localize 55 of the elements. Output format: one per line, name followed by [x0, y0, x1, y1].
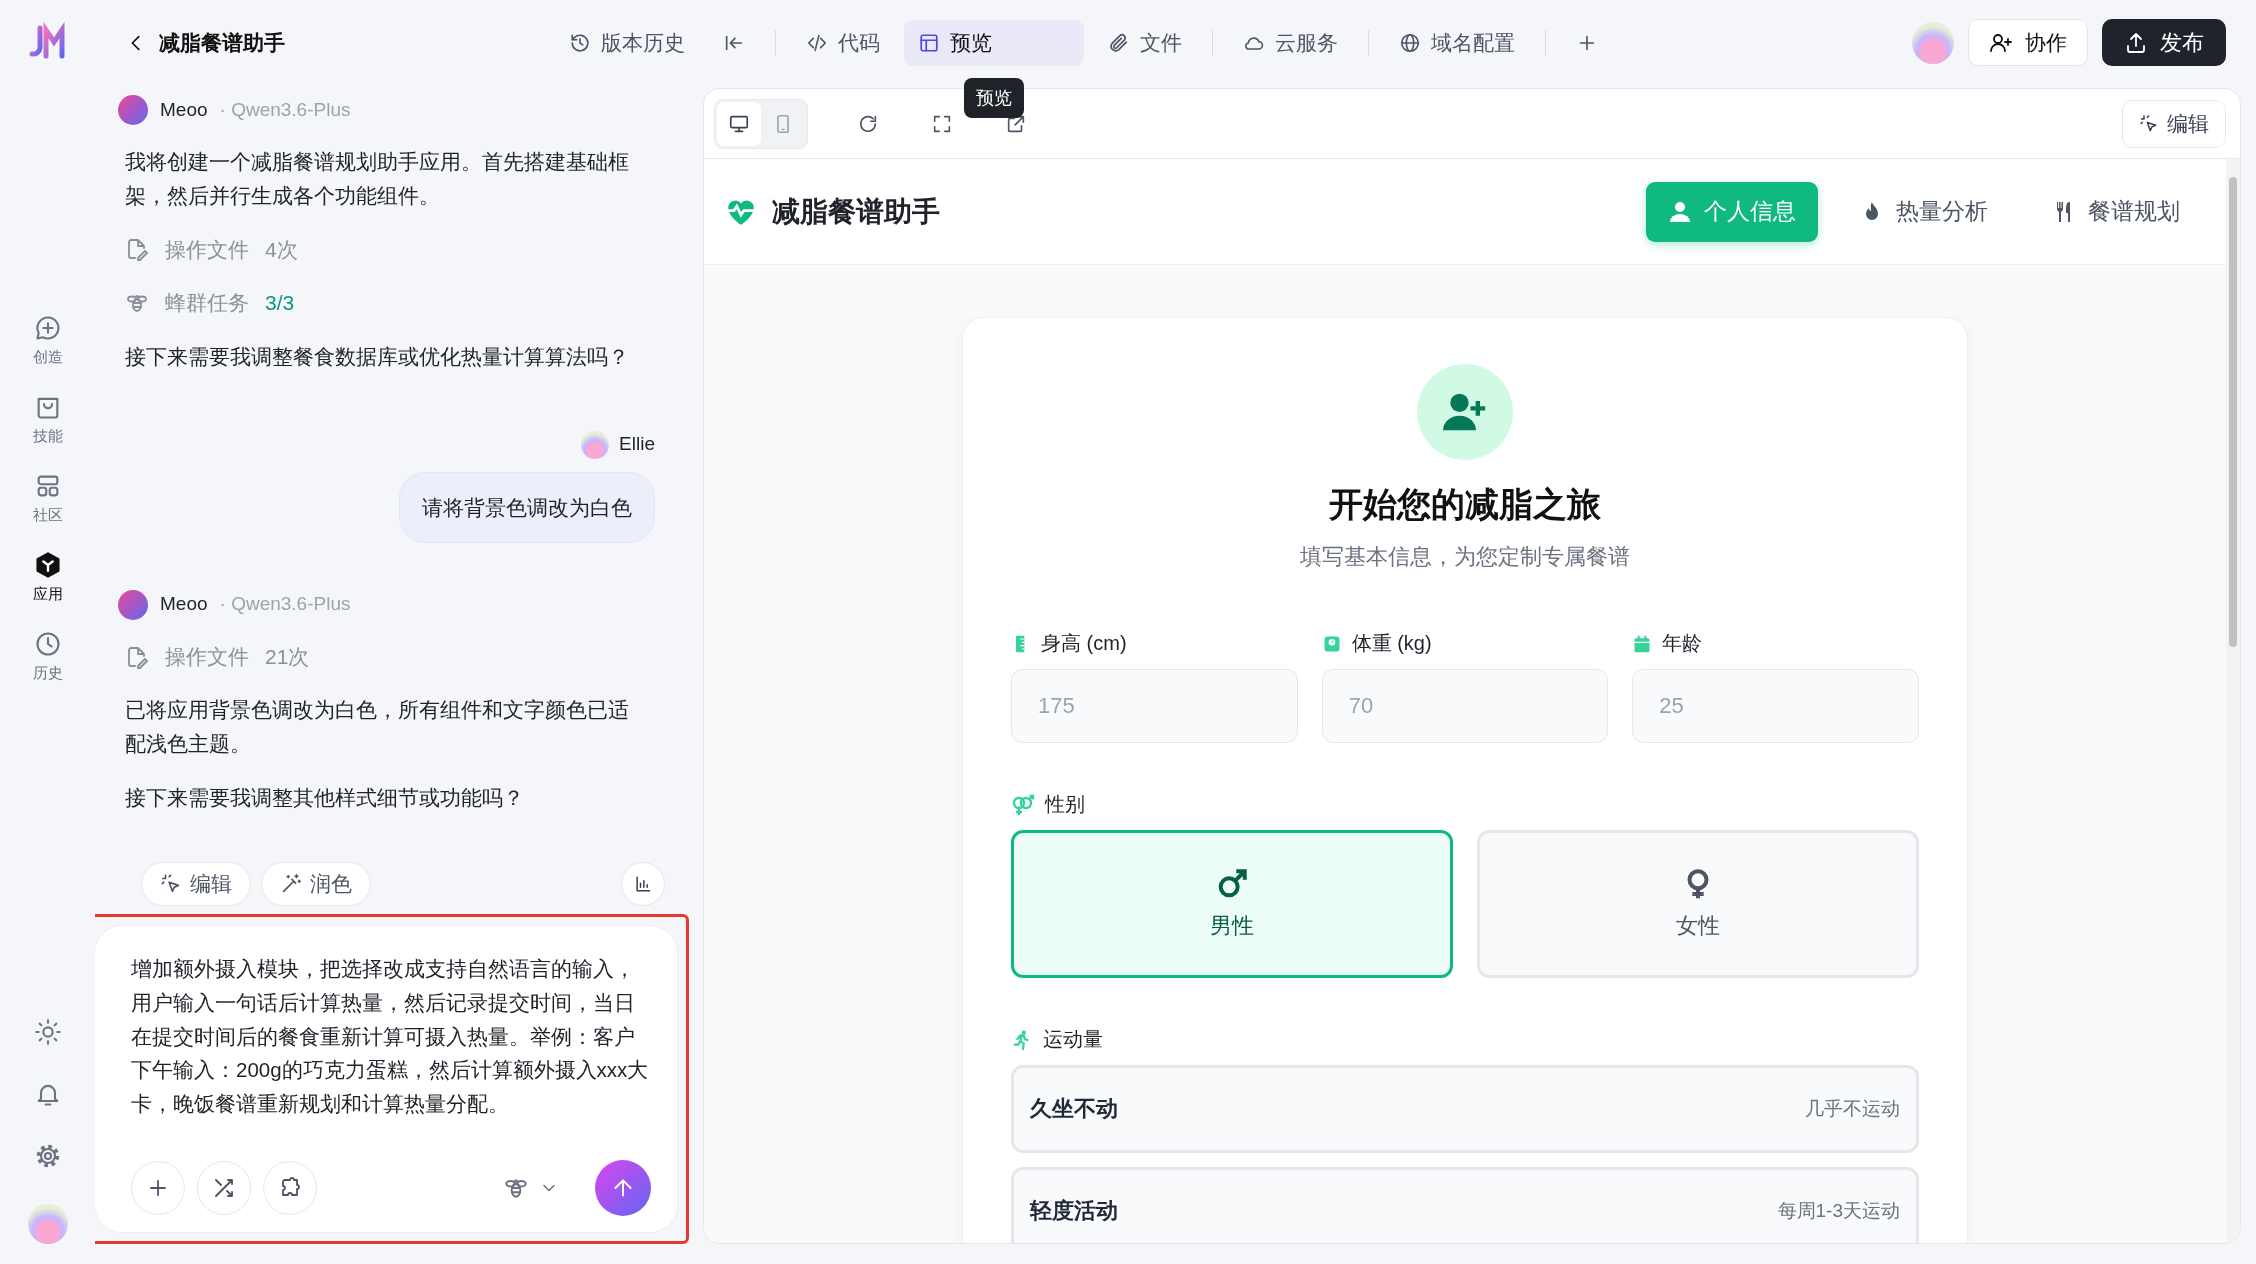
rail-nav-item[interactable]: 技能	[26, 391, 69, 448]
tooltip: 预览	[964, 77, 1024, 118]
swarm-task-label: 蜂群任务	[165, 290, 249, 317]
activity-option[interactable]: 轻度活动 每周1-3天运动	[1011, 1167, 1919, 1243]
app-title: 减脂餐谱助手	[772, 194, 940, 229]
task-progress: 3/3	[265, 290, 295, 317]
activity-option[interactable]: 久坐不动 几乎不运动	[1011, 1065, 1919, 1153]
rail-nav-item[interactable]: 社区	[26, 470, 69, 527]
field-label: 年龄	[1662, 631, 1703, 656]
model-name: · Qwen3.6-Plus	[219, 98, 351, 122]
action-chip[interactable]: 编辑	[141, 862, 251, 906]
action-chip[interactable]: 润色	[261, 862, 371, 906]
assistant-message: 已将应用背景色调改为白色，所有组件和文字颜色已适配浅色主题。	[125, 697, 630, 757]
assistant-message: 接下来需要我调整餐食数据库或优化热量计算算法吗？	[125, 343, 630, 370]
toolbar-tab[interactable]: 文件	[1094, 19, 1196, 66]
app-tab[interactable]: 热量分析	[1838, 181, 2010, 242]
gender-option[interactable]: 男性	[1011, 830, 1453, 978]
file-operations-label: 操作文件	[165, 236, 249, 263]
rail-nav-item[interactable]: 应用	[26, 549, 69, 606]
card-subtitle: 填写基本信息，为您定制专属餐谱	[1300, 543, 1630, 571]
assistant-message: 我将创建一个减脂餐谱规划助手应用。首先搭建基础框架，然后并行生成各个功能组件。	[125, 149, 630, 209]
activity-description: 每周1-3天运动	[1777, 1199, 1900, 1223]
message-input[interactable]: 增加额外摄入模块，把选择改成支持自然语言的输入，用户输入一句话后计算热量，然后记录提交时间，当日在提交时间后的餐食重新计算可摄入热量。举例：客户下午输入：200g的巧克力蛋糕，然后计算额外摄入xxx大卡，晚饭餐谱重新规划和计算热量分配。	[95, 925, 678, 1233]
activity-description: 几乎不运动	[1805, 1097, 1900, 1121]
activity-title: 久坐不动	[1030, 1095, 1118, 1123]
back-button[interactable]: 减脂餐谱助手	[125, 28, 555, 57]
author-name: Ellie	[619, 432, 655, 457]
toolbar-tab[interactable]: 域名配置	[1385, 19, 1529, 66]
rail-nav-item[interactable]: 创造	[26, 312, 69, 369]
toolbar-tab[interactable]: 版本历史	[555, 19, 699, 66]
assistant-message: 接下来需要我调整其他样式细节或功能吗？	[125, 784, 525, 811]
toolbar-tab[interactable]: 云服务	[1229, 19, 1352, 66]
operation-count: 4次	[265, 236, 298, 263]
operation-count: 21次	[265, 643, 310, 670]
number-input[interactable]: 175	[1011, 669, 1298, 743]
activity-title: 轻度活动	[1030, 1197, 1118, 1225]
section-label: 运动量	[1043, 1027, 1103, 1052]
app-tab[interactable]: 餐谱规划	[2030, 181, 2202, 242]
publish-button[interactable]: 发布	[2102, 19, 2226, 66]
card-heading: 开始您的减脂之旅	[1329, 484, 1601, 525]
gender-option[interactable]: 女性	[1477, 830, 1919, 978]
author-name: Meoo	[160, 98, 208, 122]
number-input[interactable]: 70	[1321, 669, 1609, 743]
user-message: 请将背景色调改为白色	[399, 471, 655, 544]
collaborate-button[interactable]: 协作	[1968, 19, 2088, 66]
model-name: · Qwen3.6-Plus	[219, 592, 351, 617]
rail-nav-item[interactable]: 历史	[26, 628, 69, 685]
number-input[interactable]: 25	[1632, 669, 1919, 743]
file-operations-label: 操作文件	[165, 643, 249, 670]
section-label: 性别	[1045, 792, 1085, 817]
field-label: 身高 (cm)	[1041, 631, 1127, 656]
toolbar-tab[interactable]: 代码	[792, 19, 894, 66]
edit-button[interactable]: 编辑	[2122, 99, 2226, 148]
author-name: Meoo	[160, 592, 208, 617]
field-label: 体重 (kg)	[1351, 631, 1432, 656]
